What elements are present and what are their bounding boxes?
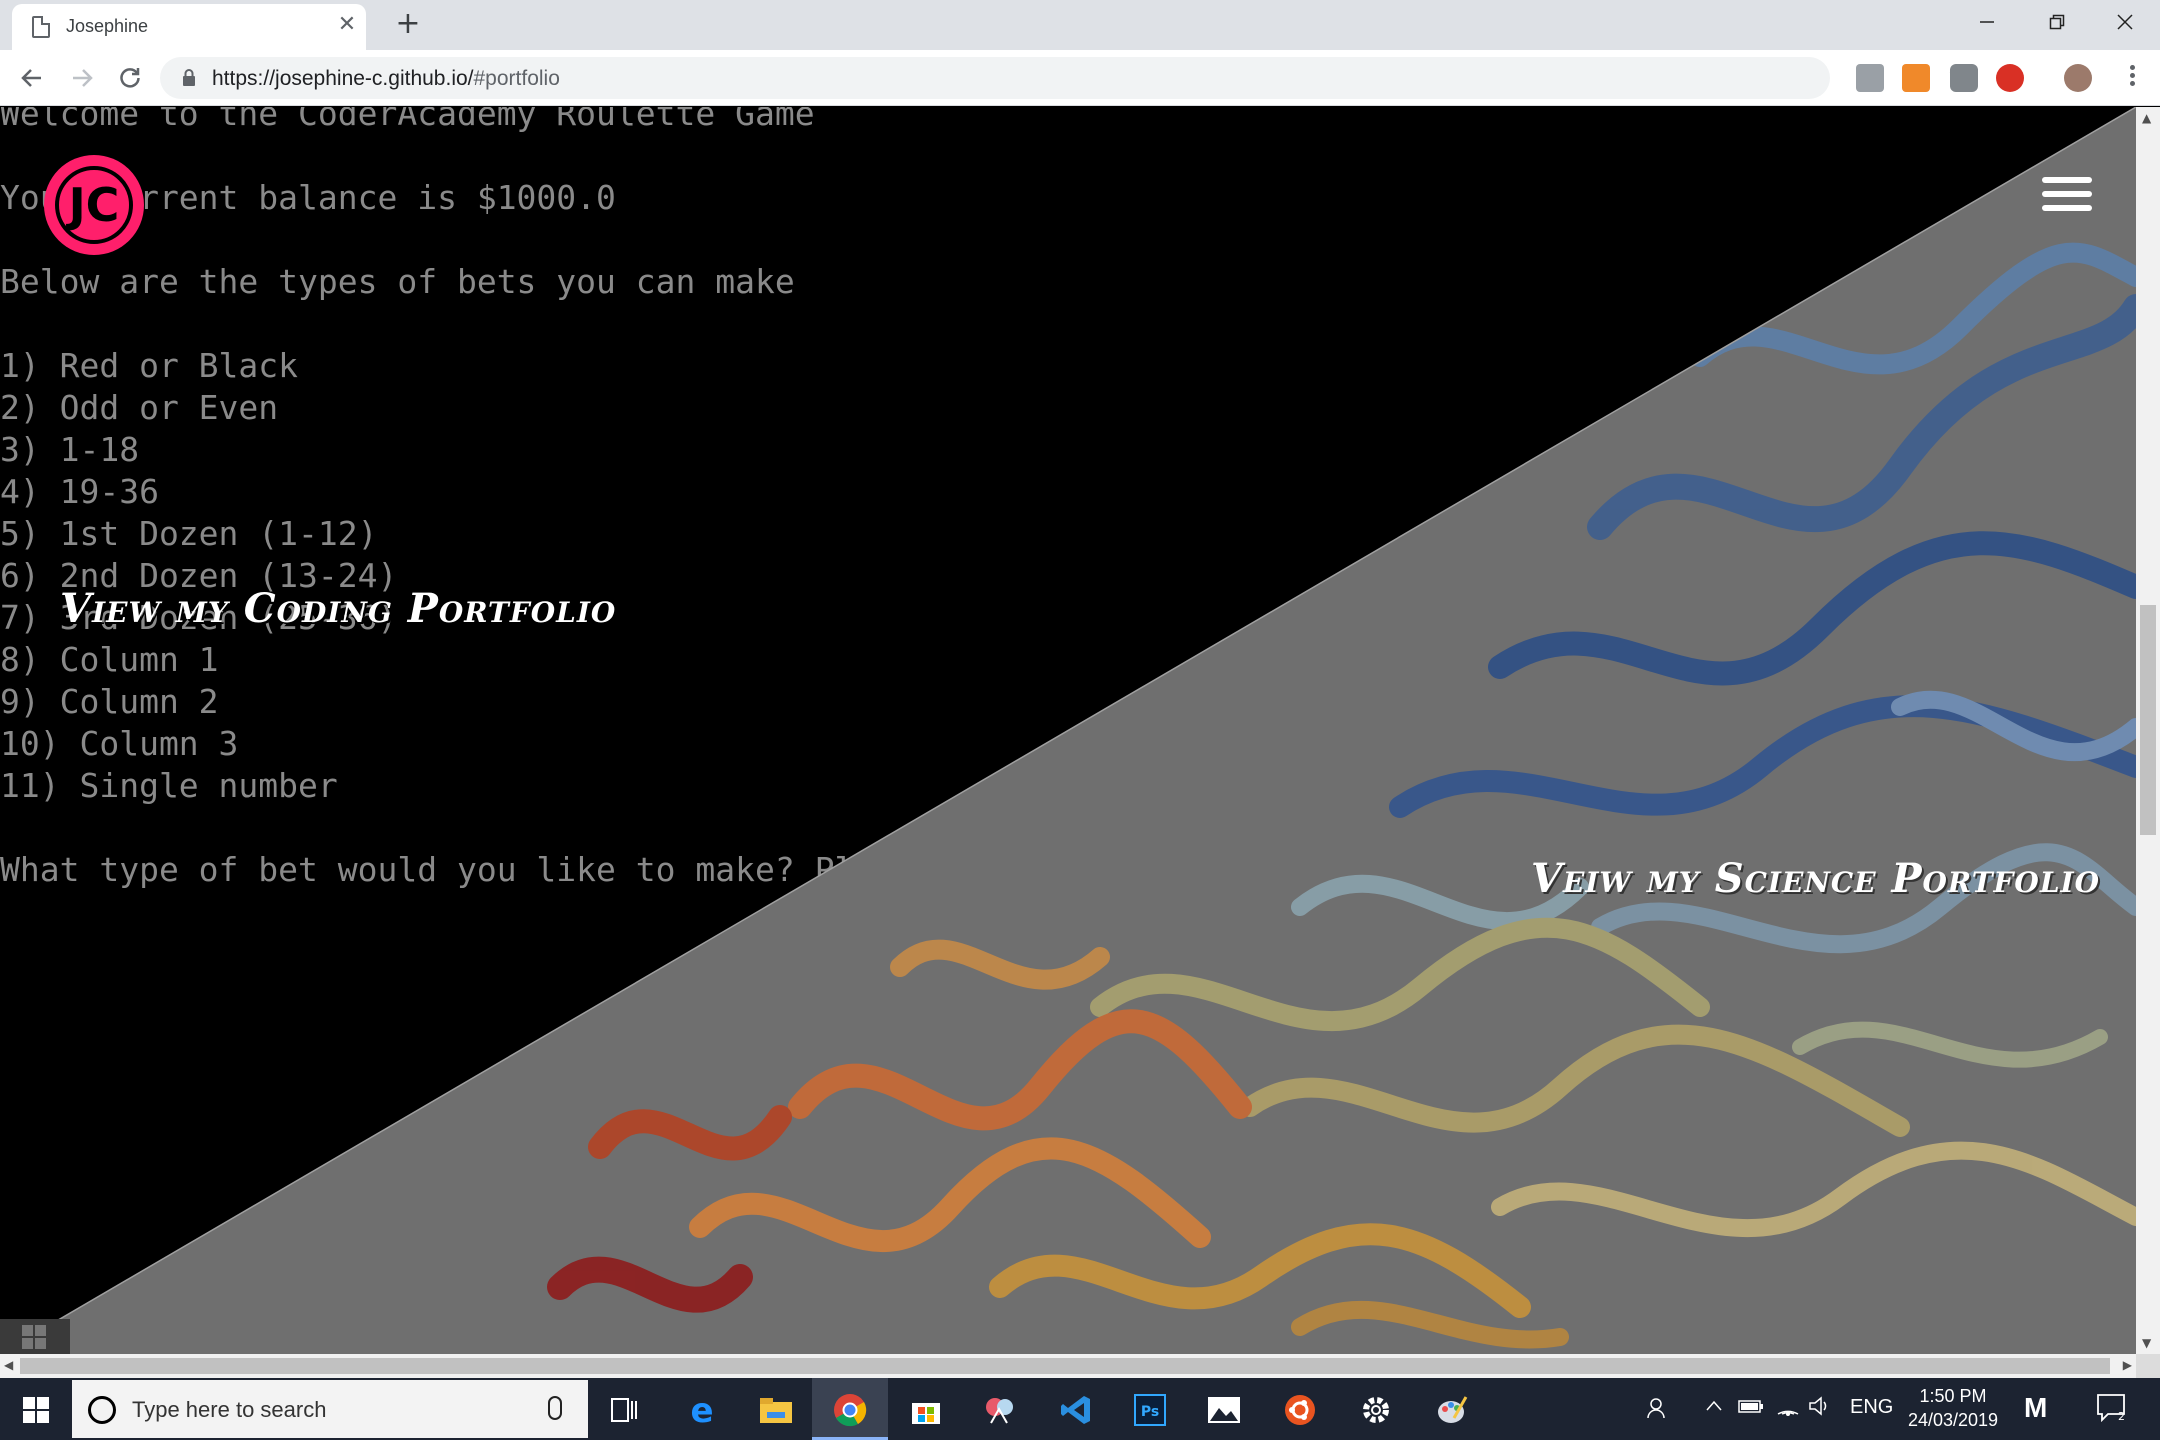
windows-logo-icon: [23, 1397, 49, 1423]
screen: Josephine ✕ + https://josephine-c.github…: [0, 0, 2160, 1440]
taskbar: Type here to search e Ps ENG 1:50 PM 24/…: [0, 1378, 2160, 1440]
clock[interactable]: 1:50 PM 24/03/2019: [1878, 1384, 2028, 1432]
logo-text: JC: [66, 178, 120, 232]
lock-icon: [183, 69, 195, 86]
coding-portfolio-link[interactable]: View my Coding Portfolio: [60, 585, 616, 632]
plus-icon[interactable]: +: [390, 6, 426, 42]
chevron-up-icon[interactable]: [1704, 1396, 1724, 1422]
volume-icon[interactable]: [1808, 1396, 1832, 1422]
address-bar[interactable]: https://josephine-c.github.io/#portfolio…: [160, 57, 1971, 99]
notification-icon[interactable]: 2: [2096, 1392, 2126, 1428]
portfolio-page: Welcome to the CoderAcademy Roulette Gam…: [0, 107, 2136, 1354]
restore-icon[interactable]: [2022, 0, 2092, 44]
snip-icon[interactable]: [978, 1388, 1022, 1432]
photoshop-icon[interactable]: Ps: [1128, 1388, 1172, 1432]
browser-toolbar: https://josephine-c.github.io/#portfolio…: [0, 50, 2160, 106]
clock-date: 24/03/2019: [1907, 1410, 1999, 1430]
close-icon[interactable]: ✕: [334, 12, 360, 38]
horizontal-scrollbar[interactable]: ◀ ▶: [0, 1354, 2136, 1378]
url-text: https://josephine-c.github.io/#portfolio: [212, 67, 560, 91]
avatar[interactable]: [2064, 64, 2092, 92]
jc-logo[interactable]: JC: [38, 149, 150, 261]
forward-icon[interactable]: [64, 60, 100, 96]
horizontal-scroll-thumb[interactable]: [20, 1358, 2110, 1374]
settings-icon[interactable]: [1354, 1388, 1398, 1432]
hamburger-icon[interactable]: [2042, 177, 2092, 217]
microphone-icon[interactable]: [548, 1396, 562, 1420]
shopping-extension-icon[interactable]: [1902, 64, 1930, 92]
vscode-icon[interactable]: [1054, 1388, 1098, 1432]
svg-text:e: e: [690, 1394, 713, 1426]
battery-icon[interactable]: [1738, 1396, 1764, 1422]
search-placeholder: Type here to search: [132, 1397, 327, 1422]
camera-extension-icon[interactable]: [1950, 64, 1978, 92]
search-icon: [88, 1396, 116, 1424]
store-icon[interactable]: [904, 1388, 948, 1432]
file-explorer-icon[interactable]: [754, 1388, 798, 1432]
url-fragment: #portfolio: [473, 67, 560, 90]
science-panel[interactable]: [0, 107, 2136, 1354]
paint-icon[interactable]: [1430, 1388, 1474, 1432]
chrome-icon[interactable]: [828, 1388, 872, 1432]
vertical-scroll-thumb[interactable]: [2140, 605, 2156, 835]
wifi-icon[interactable]: [1776, 1396, 1800, 1422]
document-icon: [32, 16, 50, 38]
url-host: https://josephine-c.github.io/: [212, 67, 474, 90]
windows-logo-icon: [0, 1319, 70, 1354]
photos-icon[interactable]: [1202, 1388, 1246, 1432]
kebab-menu-icon[interactable]: [2122, 62, 2142, 94]
svg-text:Ps: Ps: [1141, 1404, 1159, 1420]
tab-strip: Josephine ✕ +: [0, 0, 2160, 50]
tab-title: Josephine: [66, 16, 149, 36]
people-icon[interactable]: [1646, 1396, 1670, 1426]
vertical-scrollbar[interactable]: ▲ ▼: [2136, 107, 2160, 1354]
reload-icon[interactable]: [112, 60, 148, 96]
edge-icon[interactable]: e: [680, 1388, 724, 1432]
science-portfolio-link[interactable]: Veiw my Science Portfolio: [1531, 855, 2100, 902]
minimize-icon[interactable]: [1952, 0, 2022, 44]
start-button[interactable]: [0, 1378, 70, 1440]
clock-time: 1:50 PM: [1919, 1386, 1987, 1406]
extension-icon[interactable]: [1856, 64, 1884, 92]
scroll-corner: [2136, 1354, 2160, 1378]
meet-now-icon[interactable]: M: [2024, 1392, 2047, 1424]
window-close-icon[interactable]: [2090, 0, 2160, 44]
task-view-icon[interactable]: [602, 1388, 646, 1432]
back-icon[interactable]: [14, 60, 50, 96]
notification-count: 2: [2118, 1410, 2125, 1422]
yab-extension-icon[interactable]: [1996, 64, 2024, 92]
ubuntu-icon[interactable]: [1278, 1388, 1322, 1432]
browser-tab[interactable]: Josephine ✕: [12, 4, 366, 50]
taskbar-search[interactable]: Type here to search: [72, 1380, 588, 1438]
